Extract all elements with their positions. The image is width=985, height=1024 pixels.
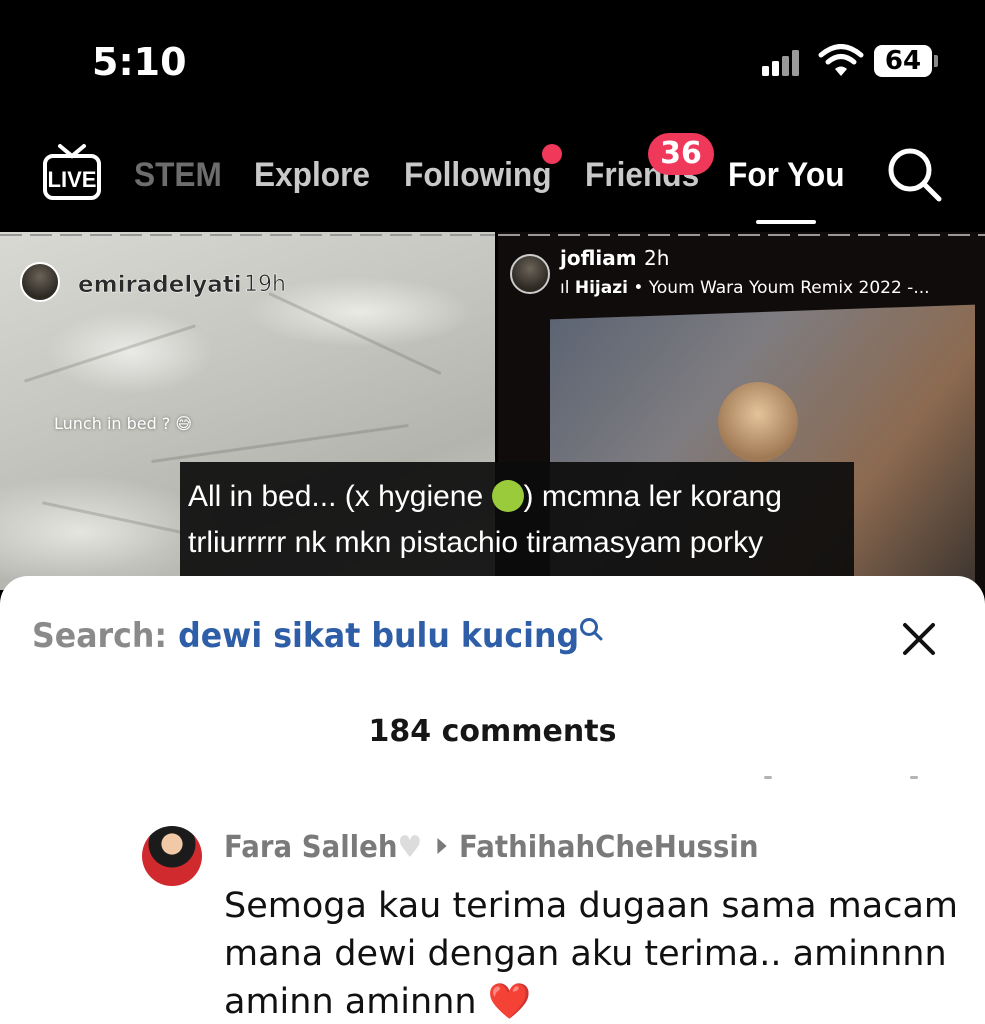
bedsheet-fold (268, 291, 442, 376)
music-artist: Hijazi (574, 278, 628, 298)
red-heart-icon: ❤️ (487, 982, 532, 1022)
top-nav: LIVE STEM Explore Following Friends 36 F… (0, 120, 985, 230)
comment-text: Semoga kau terima dugaan sama macam mana… (224, 882, 969, 1024)
sticker-text: Lunch in bed ? 😅 (54, 414, 193, 433)
bedsheet-fold (23, 324, 197, 383)
search-icon[interactable] (578, 616, 604, 642)
video-feed[interactable]: emiradelyati 19h Lunch in bed ? 😅 joflia… (0, 230, 985, 590)
search-query[interactable]: dewi sikat bulu kucing (178, 616, 579, 656)
wifi-icon (818, 44, 864, 76)
tab-for-you[interactable]: For You (728, 156, 845, 195)
battery-tip (934, 55, 938, 67)
reply-to-user[interactable]: FathihahCheHussin (459, 830, 758, 865)
status-bar: 5:10 64 (0, 0, 985, 120)
story-progress (498, 234, 985, 236)
comment-count: 184 comments (368, 714, 617, 749)
comment-sheet: Search: dewi sikat bulu kucing 184 comme… (0, 576, 985, 1024)
music-info[interactable]: ıl Hijazi • Youm Wara Youm Remix 2022 -.… (560, 278, 930, 298)
search-suggestion[interactable]: Search: dewi sikat bulu kucing (32, 616, 579, 656)
live-icon[interactable]: LIVE (42, 142, 102, 208)
video-figure (718, 382, 798, 462)
following-notification-dot (542, 144, 562, 164)
reply-arrow-icon (436, 838, 447, 854)
post-username[interactable]: jofliam (560, 246, 637, 270)
friends-badge: 36 (648, 133, 714, 175)
nauseated-face-icon (491, 480, 524, 512)
scroll-hint (910, 776, 918, 779)
story-progress (0, 234, 495, 236)
post-time: 2h (644, 246, 670, 270)
tab-explore[interactable]: Explore (254, 156, 370, 195)
comment-header: Fara Salleh♥ FathihahCheHussin (224, 830, 758, 865)
caption-text: trliurrrrr nk mkn pistachio tiramasyam p… (188, 526, 764, 559)
search-icon[interactable] (884, 144, 944, 204)
post-caption: All in bed... (x hygiene ) mcmna ler kor… (180, 462, 854, 590)
caption-text: All in bed... (x hygiene (188, 480, 492, 513)
scroll-hint (764, 776, 772, 779)
avatar[interactable] (142, 826, 202, 886)
live-label: LIVE (48, 167, 97, 192)
comment-author[interactable]: Fara Salleh (224, 830, 398, 865)
status-time: 5:10 (92, 40, 187, 84)
close-icon[interactable] (900, 620, 938, 658)
tab-stem[interactable]: STEM (134, 156, 222, 195)
tab-following[interactable]: Following (404, 156, 552, 195)
post-time: 19h (244, 272, 286, 298)
cellular-signal-icon (762, 50, 802, 76)
comment-body: Semoga kau terima dugaan sama macam mana… (224, 886, 958, 1022)
music-title: Youm Wara Youm Remix 2022 -... (648, 278, 930, 298)
white-heart-icon: ♥ (397, 830, 423, 865)
caption-text: ) mcmna ler korang (523, 480, 782, 513)
avatar[interactable] (510, 254, 550, 294)
music-bars-icon: ıl (560, 278, 570, 298)
battery-indicator: 64 (874, 45, 932, 77)
active-tab-indicator (756, 220, 816, 224)
avatar[interactable] (20, 262, 60, 302)
search-label: Search: (32, 616, 168, 656)
post-username[interactable]: emiradelyati (78, 272, 242, 299)
